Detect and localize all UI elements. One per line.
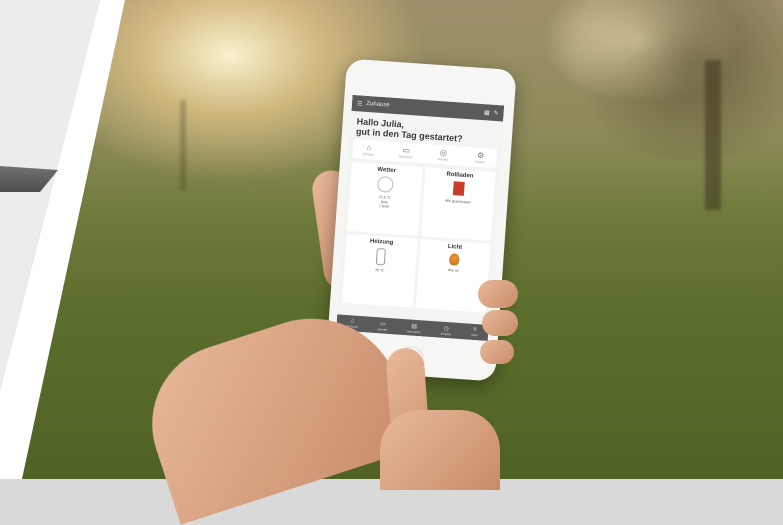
grid-icon[interactable]: ▦ xyxy=(484,109,490,116)
nav-item-scenes[interactable]: ▤ Szenarien xyxy=(407,322,421,334)
menu-icon[interactable]: ☰ xyxy=(357,100,363,107)
quick-action-label: Zuhause xyxy=(362,151,375,157)
right-hand xyxy=(380,410,500,490)
quick-action-settings[interactable]: ⚙ Einstell. xyxy=(468,150,493,165)
edit-icon[interactable]: ✎ xyxy=(493,109,499,116)
quick-action-scenes[interactable]: ▭ Szenarien xyxy=(394,145,419,160)
shutter-icon xyxy=(453,181,466,196)
quick-action-label: Einstell. xyxy=(474,159,486,165)
nav-label: Geräte xyxy=(377,326,388,332)
home-icon: ⌂ xyxy=(366,143,372,153)
tree-canopy xyxy=(560,0,783,160)
tree-trunk xyxy=(705,60,721,210)
tile-weather[interactable]: Wetter 12,5 °C 80% 7 km/h xyxy=(347,162,423,236)
tile-light[interactable]: Licht Alle an xyxy=(415,238,491,313)
app-header-title: Zuhause xyxy=(366,100,390,109)
heating-temperature: 20 °C xyxy=(375,267,385,273)
nav-label: Szenarien xyxy=(406,328,421,334)
finger xyxy=(482,310,518,336)
finger xyxy=(478,280,518,308)
finger xyxy=(480,340,514,364)
tile-title: Wetter xyxy=(377,166,397,175)
quick-action-camera[interactable]: ◎ Kamera xyxy=(431,148,456,163)
tile-title: Heizung xyxy=(369,238,394,247)
nav-item-devices[interactable]: ▭ Geräte xyxy=(377,320,388,332)
tile-heating[interactable]: Heizung 20 °C xyxy=(342,233,418,308)
nav-item-more[interactable]: ≡ Mehr xyxy=(471,327,479,337)
tile-title: Licht xyxy=(447,243,463,251)
light-status: Alle an xyxy=(447,268,459,273)
tile-title: Rollladen xyxy=(446,171,474,180)
quick-action-label: Szenarien xyxy=(398,154,413,160)
quick-action-home[interactable]: ⌂ Zuhause xyxy=(356,142,381,157)
weather-icon xyxy=(377,175,395,193)
nav-label: Zeitplan xyxy=(440,331,452,336)
tree-trunk xyxy=(180,100,186,190)
camera-icon: ◎ xyxy=(439,148,448,158)
shutter-status: Alle geschlossen xyxy=(444,198,472,205)
settings-icon: ⚙ xyxy=(476,150,485,161)
device-tiles: Wetter 12,5 °C 80% 7 km/h Rollladen Alle… xyxy=(338,158,500,317)
nav-label: Mehr xyxy=(471,332,479,338)
lightbulb-icon xyxy=(448,253,460,266)
phone-screen: ☰ Zuhause ▦ ✎ Hallo Julia, gut in den Ta… xyxy=(336,94,505,341)
tile-shutters[interactable]: Rollladen Alle geschlossen xyxy=(420,167,496,241)
weather-wind: 7 km/h xyxy=(378,204,390,209)
thermometer-icon xyxy=(375,247,386,266)
quick-action-label: Kamera xyxy=(437,157,449,162)
nav-item-schedule[interactable]: ◷ Zeitplan xyxy=(440,324,451,336)
